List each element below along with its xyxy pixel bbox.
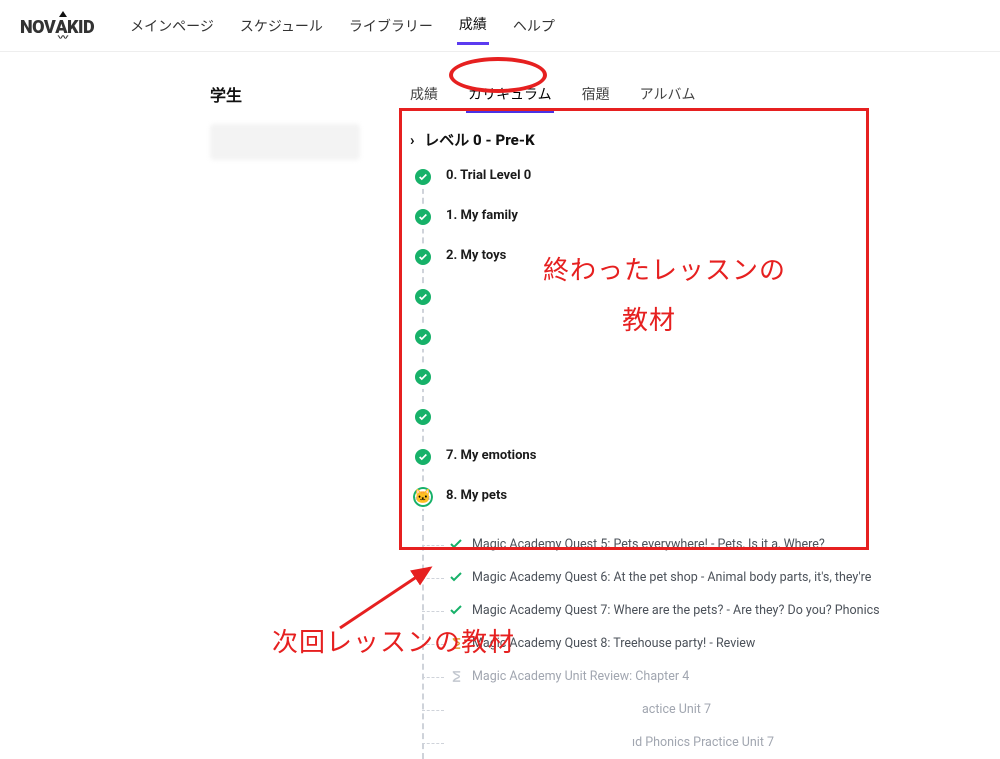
brand-logo: NOVAKID 〰 — [20, 17, 94, 38]
sublesson-label: Magic Academy Quest 6: At the pet shop -… — [472, 570, 871, 585]
tab-curriculum[interactable]: カリキュラム — [466, 82, 554, 113]
tab-grades[interactable]: 成績 — [408, 82, 440, 113]
unit-item[interactable]: 0. Trial Level 0 — [446, 168, 980, 186]
check-circle-icon — [413, 247, 433, 267]
unit-label: 8. My pets — [446, 488, 507, 503]
sublesson-item[interactable]: Magic Academy Unit Review: Chapter 4 — [446, 660, 980, 693]
sublesson-label: Magic Academy Unit Review: Chapter 4 — [472, 669, 689, 684]
unit-tree: 0. Trial Level 0 1. My family 2. My toys — [422, 168, 980, 759]
level-title: レベル 0 - Pre-K — [424, 131, 534, 149]
sublessons: Magic Academy Quest 5: Pets everywhere! … — [446, 528, 980, 759]
sublesson-item[interactable]: Magic Academy Quest 7: Where are the pet… — [446, 594, 980, 627]
sublesson-label: actice Unit 7 — [642, 702, 711, 717]
tab-homework[interactable]: 宿題 — [580, 82, 612, 113]
check-circle-icon — [413, 367, 433, 387]
sidebar-title: 学生 — [210, 82, 370, 106]
sublesson-item[interactable]: Magic Academy Quest 6: At the pet shop -… — [446, 561, 980, 594]
unit-item[interactable]: 2. My toys — [446, 248, 980, 266]
check-icon — [448, 569, 464, 585]
nav-main[interactable]: メインページ — [128, 12, 216, 44]
unit-label: 2. My toys — [446, 248, 506, 263]
unit-item[interactable]: 1. My family — [446, 208, 980, 226]
unit-item[interactable] — [446, 288, 980, 306]
unit-item[interactable] — [446, 408, 980, 426]
unit-item[interactable]: 7. My emotions — [446, 448, 980, 466]
check-icon — [448, 536, 464, 552]
unit-item[interactable] — [446, 368, 980, 386]
main-panel: 成績 カリキュラム 宿題 アルバム › レベル 0 - Pre-K 0. Tri… — [400, 82, 1000, 759]
check-circle-icon — [413, 327, 433, 347]
sidebar: 学生 — [210, 82, 400, 759]
check-circle-icon — [413, 447, 433, 467]
sublesson-label: Magic Academy Quest 5: Pets everywhere! … — [472, 537, 825, 552]
nav-grades[interactable]: 成績 — [457, 10, 489, 45]
unit-item[interactable] — [446, 328, 980, 346]
sublesson-item[interactable]: Magic Academy Quest 8: Treehouse party! … — [446, 627, 980, 660]
check-circle-icon — [413, 167, 433, 187]
avatar-icon: 🐱 — [413, 487, 433, 507]
unit-label: 1. My family — [446, 208, 518, 223]
sublesson-item[interactable]: actice Unit 7 — [446, 693, 980, 726]
unit-label: 0. Trial Level 0 — [446, 168, 531, 183]
unit-item-current[interactable]: 🐱 8. My pets — [446, 488, 980, 506]
sublesson-item[interactable]: Magic Academy Quest 5: Pets everywhere! … — [446, 528, 980, 561]
content-tabs: 成績 カリキュラム 宿題 アルバム — [400, 82, 980, 113]
nav-schedule[interactable]: スケジュール — [238, 12, 325, 44]
chevron-right-icon: › — [410, 131, 415, 149]
check-icon — [448, 602, 464, 618]
sublesson-label: Magic Academy Quest 8: Treehouse party! … — [472, 636, 755, 651]
nav-library[interactable]: ライブラリー — [347, 12, 435, 44]
unit-label: 7. My emotions — [446, 448, 536, 463]
check-circle-icon — [413, 287, 433, 307]
hourglass-icon — [448, 668, 464, 684]
check-circle-icon — [413, 407, 433, 427]
tab-album[interactable]: アルバム — [638, 82, 698, 113]
check-circle-icon — [413, 207, 433, 227]
topbar: NOVAKID 〰 メインページ スケジュール ライブラリー 成績 ヘルプ — [0, 0, 1000, 52]
level-header[interactable]: › レベル 0 - Pre-K — [410, 129, 980, 150]
sublesson-label: ıd Phonics Practice Unit 7 — [632, 735, 774, 750]
sublesson-item[interactable]: ıd Phonics Practice Unit 7 — [446, 726, 980, 759]
hourglass-icon — [448, 635, 464, 651]
student-item[interactable] — [210, 124, 360, 160]
nav-help[interactable]: ヘルプ — [511, 12, 557, 44]
sublesson-label: Magic Academy Quest 7: Where are the pet… — [472, 603, 880, 618]
